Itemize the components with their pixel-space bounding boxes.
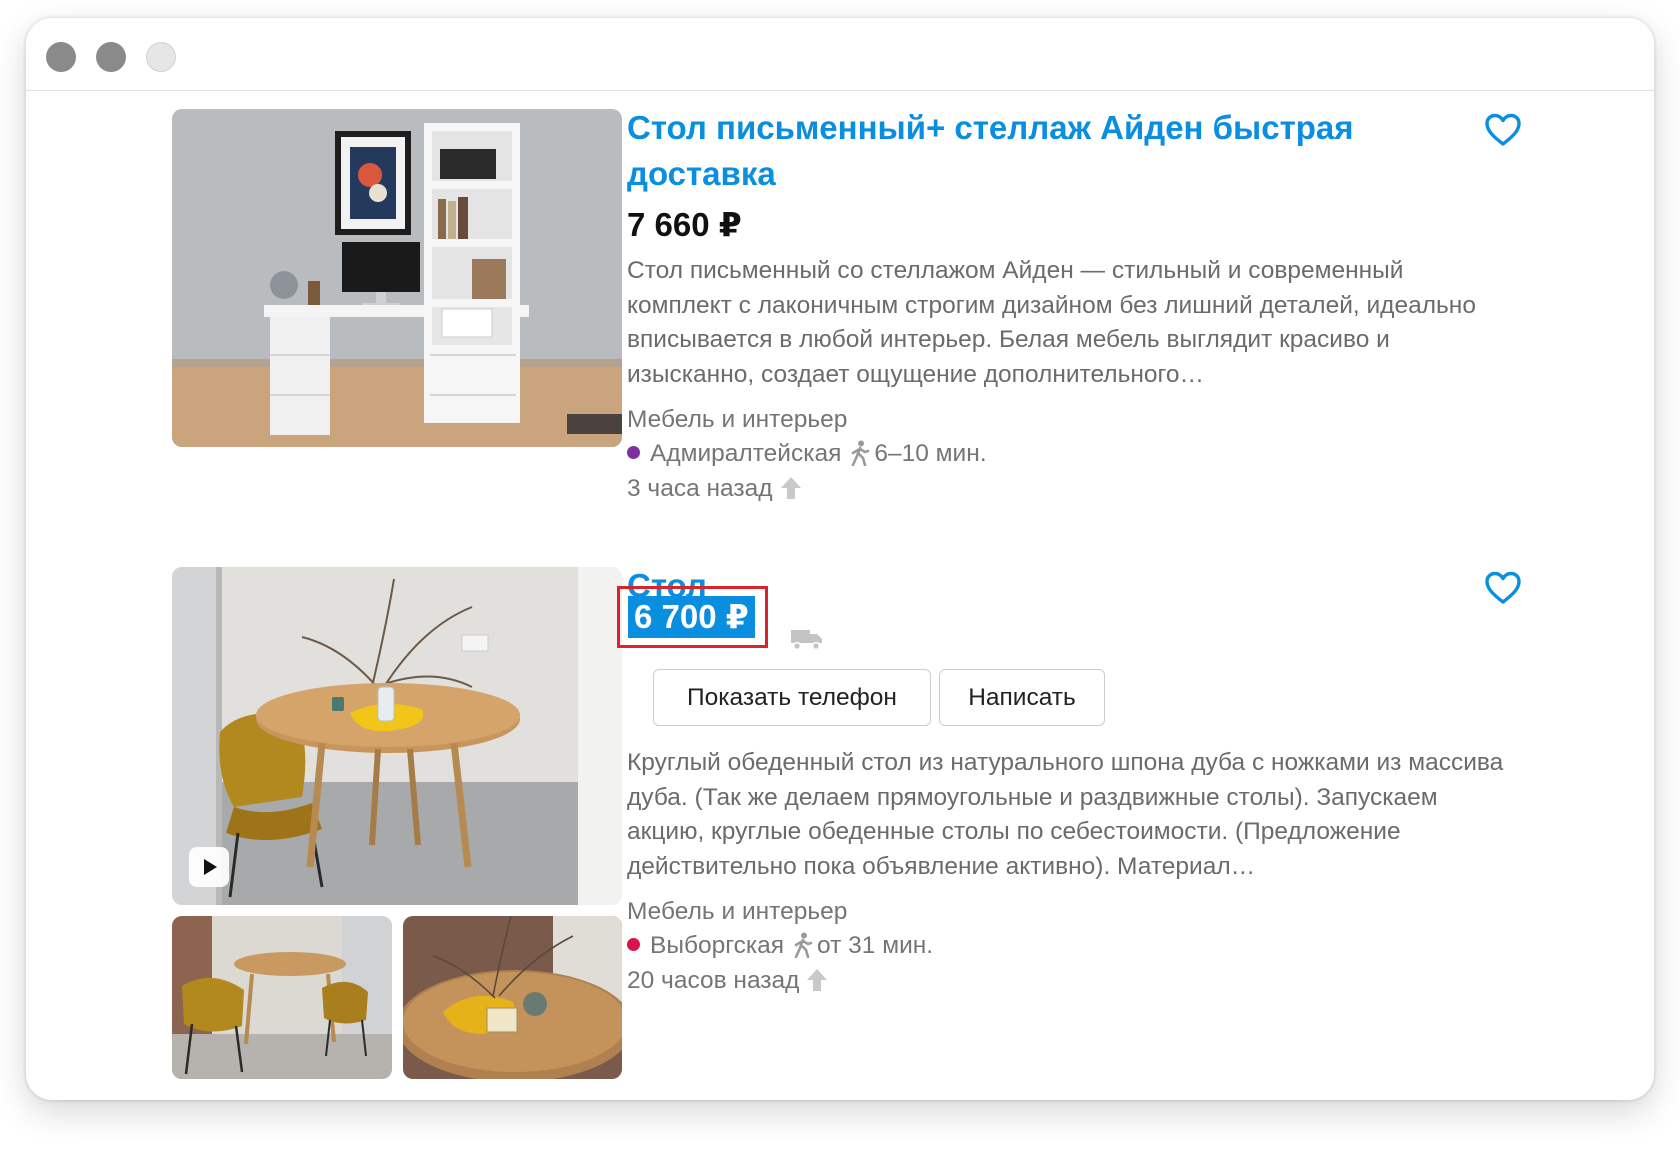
round-table-with-chairs-photo (172, 916, 392, 1079)
promoted-arrow-up-icon (780, 477, 801, 499)
round-table-photo-image (172, 567, 622, 905)
metro-line-dot (627, 938, 640, 951)
listing-location: Выборгская от 31 мин. (627, 929, 933, 963)
heart-icon[interactable] (1484, 571, 1522, 605)
window-titlebar (26, 18, 1654, 91)
write-message-button[interactable]: Написать (939, 669, 1105, 726)
listing-location: Адмиралтейская 6–10 мин. (627, 437, 987, 471)
close-window-button[interactable] (46, 42, 76, 72)
metro-station: Адмиралтейская (650, 440, 842, 467)
listing-thumbnail[interactable] (172, 916, 392, 1079)
posted-time: 3 часа назад (627, 475, 773, 502)
listing-description: Стол письменный со стеллажом Айден — сти… (627, 257, 1476, 388)
walking-person-icon (794, 932, 813, 958)
promoted-arrow-up-icon (807, 969, 828, 991)
play-video-button[interactable] (189, 847, 229, 887)
listing-category: Мебель и интерьер (627, 406, 848, 433)
listing-posted: 3 часа назад (627, 472, 803, 506)
listing-photo-desk[interactable] (172, 109, 622, 447)
walking-person-icon (852, 440, 870, 466)
minimize-window-button[interactable] (96, 42, 126, 72)
truck-icon (791, 630, 822, 651)
listing-category: Мебель и интерьер (627, 898, 848, 925)
listing-title[interactable]: Стол письменный+ стеллаж Айден быстрая д… (627, 105, 1427, 197)
walk-time: 6–10 мин. (874, 440, 987, 467)
price-highlight-box: 6 700 ₽ (617, 586, 768, 648)
metro-line-dot (627, 446, 640, 459)
listing-posted: 20 часов назад (627, 964, 829, 998)
listing-thumbnail[interactable] (403, 916, 622, 1079)
listing-price: 7 660 ₽ (627, 206, 742, 243)
maximize-window-button[interactable] (146, 42, 176, 72)
posted-time: 20 часов назад (627, 967, 800, 994)
heart-icon[interactable] (1484, 113, 1522, 147)
round-table-closeup-photo (403, 916, 622, 1079)
show-phone-button[interactable]: Показать телефон (653, 669, 931, 726)
listing-description: Круглый обеденный стол из натурального ш… (627, 749, 1504, 880)
listing-photo-main[interactable] (172, 567, 622, 905)
walk-time: от 31 мин. (817, 932, 934, 959)
desk-photo-image (172, 109, 622, 447)
listing-price: 6 700 ₽ (628, 596, 755, 638)
metro-station: Выборгская (650, 932, 785, 959)
